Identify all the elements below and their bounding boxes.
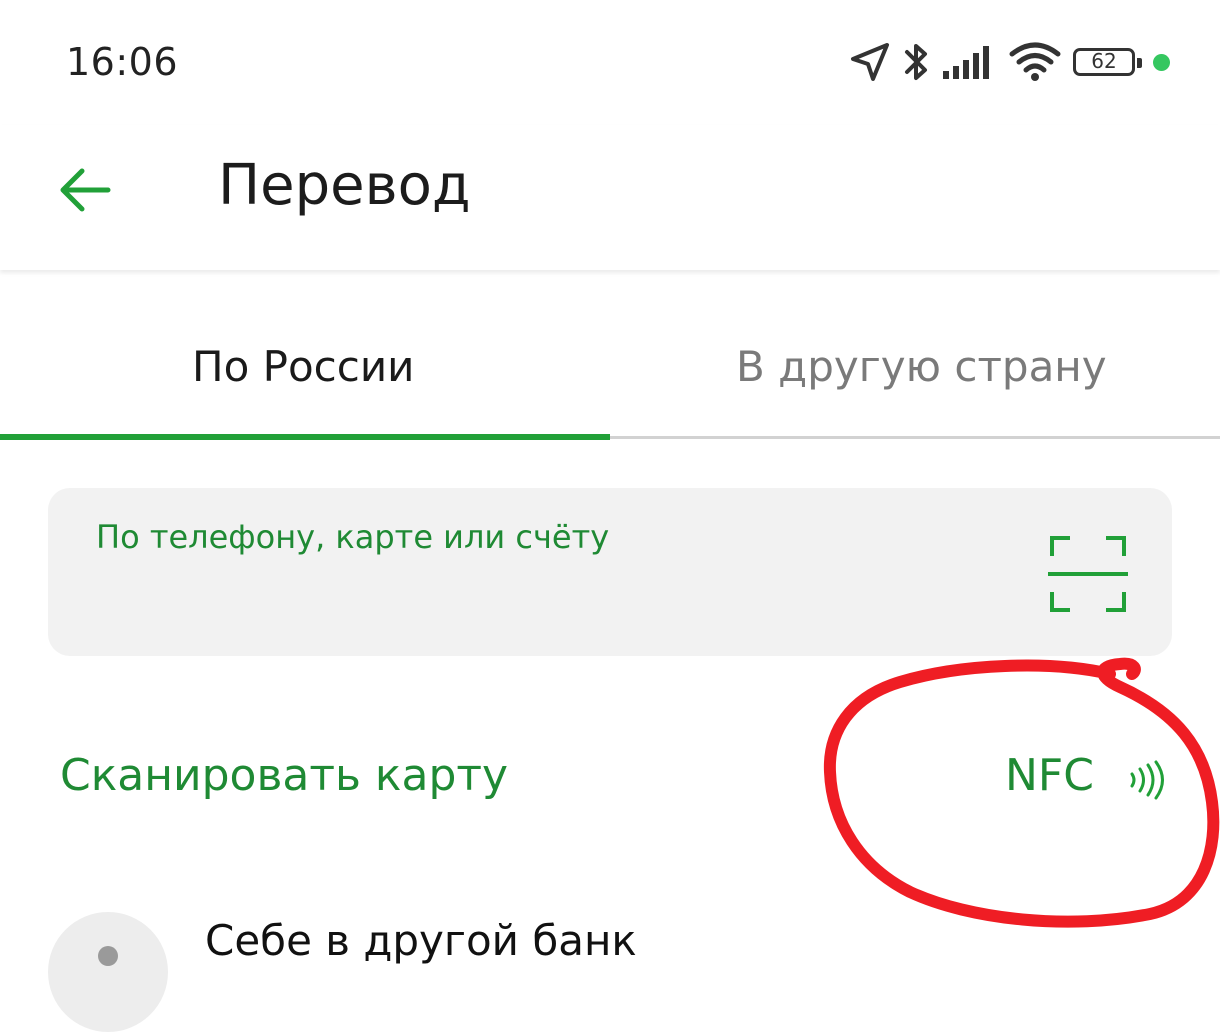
recording-dot-icon (1153, 53, 1170, 71)
location-arrow-icon (851, 43, 889, 81)
bluetooth-icon (905, 44, 927, 80)
list-item-label: Себе в другой банк (205, 916, 637, 965)
tab-russia[interactable]: По России (0, 300, 610, 438)
scan-frame-icon[interactable] (1048, 534, 1128, 614)
recipient-search-field[interactable]: По телефону, карте или счёту (48, 488, 1172, 656)
wifi-icon (1009, 42, 1061, 81)
scan-actions-row: Сканировать карту NFC (0, 720, 1220, 840)
avatar-circle-icon (48, 912, 168, 1032)
status-time: 16:06 (66, 40, 179, 84)
battery-level: 62 (1091, 49, 1117, 73)
tab-abroad[interactable]: В другую страну (610, 300, 1220, 438)
search-placeholder: По телефону, карте или счёту (96, 518, 610, 556)
contactless-waves-icon[interactable] (1126, 760, 1170, 800)
arrow-left-icon[interactable] (56, 163, 116, 217)
signal-bars-icon (943, 46, 989, 79)
tab-abroad-label: В другую страну (736, 342, 1107, 391)
app-bar: Перевод (0, 125, 1220, 270)
status-bar: 16:06 62 (0, 0, 1220, 125)
avatar-dot (98, 946, 118, 966)
status-icons: 62 (837, 38, 1170, 86)
list-item-self-other-bank[interactable]: Себе в другой банк (0, 890, 1220, 1032)
scan-card-button[interactable]: Сканировать карту (60, 750, 508, 801)
tab-russia-label: По России (192, 342, 415, 391)
battery-icon: 62 (1073, 48, 1142, 76)
page-title: Перевод (218, 153, 471, 218)
nfc-button[interactable]: NFC (1005, 750, 1094, 801)
tab-bar: По России В другую страну (0, 300, 1220, 440)
active-tab-indicator (0, 434, 610, 440)
